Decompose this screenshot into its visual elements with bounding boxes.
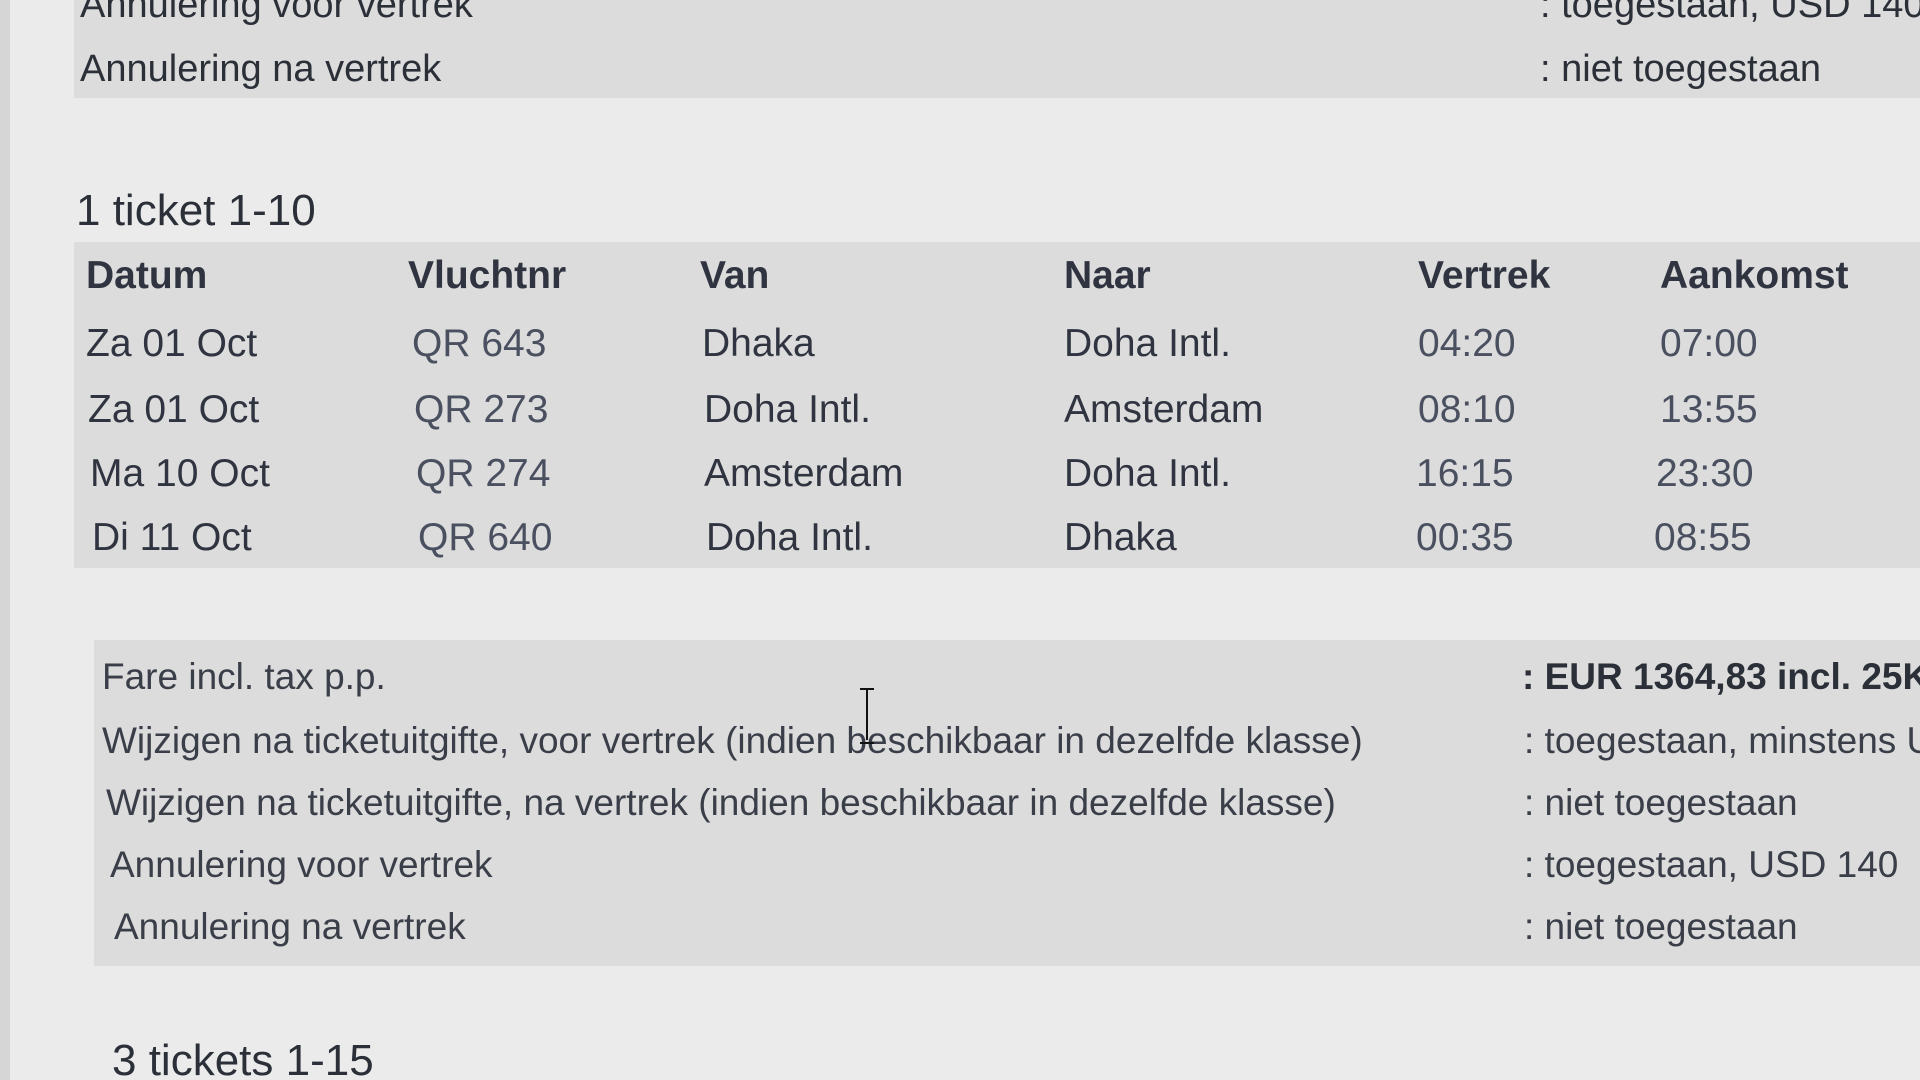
- condition-row: Annulering na vertrek : niet toegestaan: [80, 48, 1920, 92]
- cell-to: Dhaka: [1064, 516, 1177, 559]
- ticket-block-title: 1 ticket 1-10: [76, 186, 316, 235]
- cell-to: Doha Intl.: [1064, 322, 1231, 365]
- condition-value: : niet toegestaan: [1540, 48, 1821, 90]
- column-header-from: Van: [700, 254, 770, 297]
- cell-date: Za 01 Oct: [88, 388, 260, 431]
- column-header-date: Datum: [86, 254, 208, 297]
- cell-date: Ma 10 Oct: [90, 452, 270, 495]
- fare-row: Annulering na vertrek : niet toegestaan: [94, 906, 1920, 966]
- condition-value: : toegestaan, USD 140: [1540, 0, 1920, 26]
- fare-label: Wijzigen na ticketuitgifte, na vertrek (…: [106, 782, 1336, 823]
- cell-flight: QR 274: [416, 452, 551, 495]
- cell-to: Amsterdam: [1064, 388, 1264, 431]
- column-header-departure: Vertrek: [1418, 254, 1551, 297]
- fare-row: Wijzigen na ticketuitgifte, na vertrek (…: [94, 782, 1920, 842]
- cell-flight: QR 640: [418, 516, 553, 559]
- cell-departure: 00:35: [1416, 516, 1514, 559]
- cell-departure: 16:15: [1416, 452, 1514, 495]
- condition-label: Annulering voor vertrek: [80, 0, 473, 26]
- cell-date: Za 01 Oct: [86, 322, 258, 365]
- cell-departure: 04:20: [1418, 322, 1516, 365]
- fare-results-page: Annulering voor vertrek : toegestaan, US…: [0, 0, 1920, 1080]
- cell-to: Doha Intl.: [1064, 452, 1231, 495]
- fare-row: Wijzigen na ticketuitgifte, voor vertrek…: [94, 720, 1920, 780]
- flights-table: Datum Vluchtnr Van Naar Vertrek Aankomst…: [74, 242, 1920, 568]
- fare-label: Annulering voor vertrek: [110, 844, 493, 885]
- cell-from: Doha Intl.: [704, 388, 871, 431]
- cell-arrival: 13:55: [1660, 388, 1758, 431]
- fare-price: : EUR 1364,83 incl. 25K: [1522, 656, 1920, 697]
- fare-label: Fare incl. tax p.p.: [102, 656, 386, 697]
- condition-row: Annulering voor vertrek : toegestaan, US…: [80, 0, 1920, 28]
- table-row: Di 11 Oct QR 640 Doha Intl. Dhaka 00:35 …: [74, 516, 1920, 576]
- cell-arrival: 07:00: [1660, 322, 1758, 365]
- column-header-arrival: Aankomst: [1660, 254, 1849, 297]
- cell-from: Dhaka: [702, 322, 815, 365]
- fare-value: : toegestaan, USD 140: [1524, 844, 1899, 885]
- ticket-block-title: 3 tickets 1-15: [112, 1036, 374, 1080]
- cell-date: Di 11 Oct: [92, 516, 252, 559]
- fare-value: : niet toegestaan: [1524, 782, 1798, 823]
- table-row: Za 01 Oct QR 273 Doha Intl. Amsterdam 08…: [74, 388, 1920, 448]
- cell-from: Amsterdam: [704, 452, 904, 495]
- fare-value: : niet toegestaan: [1524, 906, 1798, 947]
- fare-conditions-panel: Fare incl. tax p.p. : EUR 1364,83 incl. …: [94, 640, 1920, 966]
- cell-arrival: 23:30: [1656, 452, 1754, 495]
- column-header-to: Naar: [1064, 254, 1151, 297]
- fare-label: Annulering na vertrek: [114, 906, 466, 947]
- cell-departure: 08:10: [1418, 388, 1516, 431]
- cell-flight: QR 643: [412, 322, 547, 365]
- fare-value: : toegestaan, minstens U: [1524, 720, 1920, 761]
- table-row: Za 01 Oct QR 643 Dhaka Doha Intl. 04:20 …: [74, 322, 1920, 382]
- table-row: Ma 10 Oct QR 274 Amsterdam Doha Intl. 16…: [74, 452, 1920, 512]
- fare-row: Annulering voor vertrek : toegestaan, US…: [94, 844, 1920, 904]
- window-edge: [0, 0, 10, 1080]
- previous-conditions-panel: Annulering voor vertrek : toegestaan, US…: [74, 0, 1920, 98]
- table-header-row: Datum Vluchtnr Van Naar Vertrek Aankomst: [74, 254, 1920, 314]
- cell-flight: QR 273: [414, 388, 549, 431]
- cell-from: Doha Intl.: [706, 516, 873, 559]
- condition-label: Annulering na vertrek: [80, 48, 442, 90]
- cell-arrival: 08:55: [1654, 516, 1752, 559]
- fare-row: Fare incl. tax p.p. : EUR 1364,83 incl. …: [94, 656, 1920, 716]
- fare-label: Wijzigen na ticketuitgifte, voor vertrek…: [102, 720, 1363, 761]
- column-header-flight: Vluchtnr: [408, 254, 567, 297]
- text-cursor-icon: [860, 688, 874, 744]
